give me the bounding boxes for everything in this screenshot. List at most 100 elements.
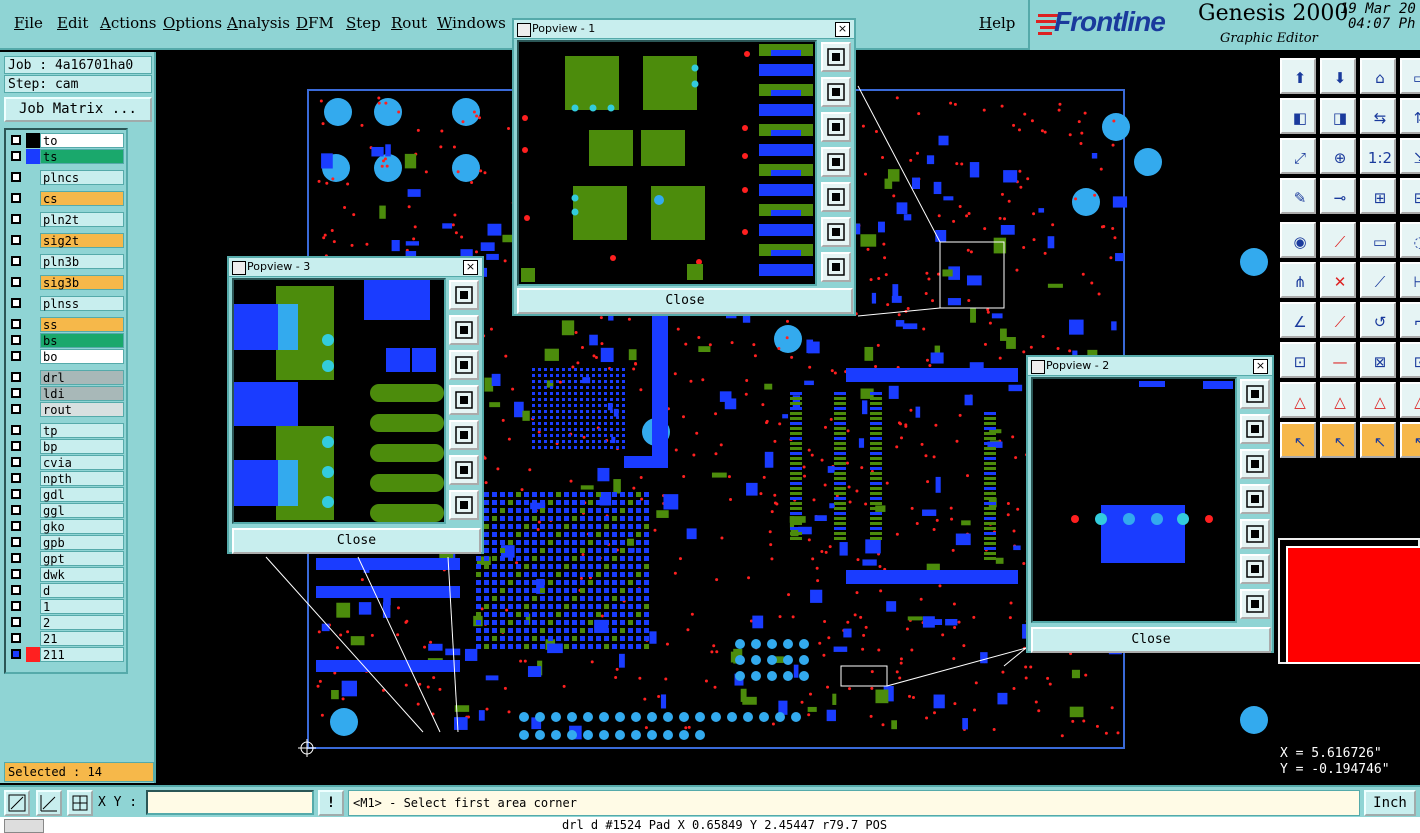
move-right-icon[interactable]: ◨: [1320, 98, 1356, 134]
layer-color-swatch[interactable]: [26, 149, 40, 164]
pad-scale-icon[interactable]: ⊠: [1360, 342, 1396, 378]
grid-icon[interactable]: [67, 790, 93, 816]
layer-name[interactable]: ldi: [40, 386, 124, 401]
layer-checkbox[interactable]: [11, 521, 21, 531]
fit-icon[interactable]: [821, 217, 851, 247]
layer-name[interactable]: npth: [40, 471, 124, 486]
home-icon[interactable]: ⌂: [1360, 58, 1396, 94]
arc-icon[interactable]: ◌: [1400, 222, 1420, 258]
mirror-icon[interactable]: ⇆: [1360, 98, 1396, 134]
layer-checkbox[interactable]: [11, 298, 21, 308]
layer-checkbox[interactable]: [11, 649, 21, 659]
menu-analysis[interactable]: Analysis: [227, 14, 290, 32]
layer-color-swatch[interactable]: [26, 487, 40, 502]
layer-checkbox[interactable]: [11, 404, 21, 414]
window-menu-icon[interactable]: [232, 261, 246, 275]
panel-icon[interactable]: ▭: [1400, 58, 1420, 94]
netlist-alt-icon[interactable]: ⊟: [1400, 178, 1420, 214]
layer-color-swatch[interactable]: [26, 567, 40, 582]
triangle-alt-icon[interactable]: △: [1400, 382, 1420, 418]
fit-icon[interactable]: [1240, 554, 1270, 584]
zoom-center-icon[interactable]: ⊕: [1320, 138, 1356, 174]
ruler-icon[interactable]: ▭: [1360, 222, 1396, 258]
popview-2-close-icon[interactable]: ×: [1253, 359, 1268, 374]
layer-row-to[interactable]: to: [8, 133, 124, 148]
layer-row-gdl[interactable]: gdl: [8, 487, 124, 502]
layer-color-swatch[interactable]: [26, 583, 40, 598]
layer-color-swatch[interactable]: [26, 471, 40, 486]
layer-name[interactable]: drl: [40, 370, 124, 385]
zoom-area-icon[interactable]: [4, 790, 30, 816]
layer-checkbox[interactable]: [11, 569, 21, 579]
menu-edit[interactable]: Edit: [57, 14, 88, 32]
layer-checkbox[interactable]: [11, 553, 21, 563]
angle-icon[interactable]: ∠: [1280, 302, 1316, 338]
layer-color-swatch[interactable]: [26, 551, 40, 566]
layer-row-ts[interactable]: ts: [8, 149, 124, 164]
layer-name[interactable]: to: [40, 133, 124, 148]
scale-icon[interactable]: 1:2: [1360, 138, 1396, 174]
layer-row-rout[interactable]: rout: [8, 402, 124, 417]
layer-row-bs[interactable]: bs: [8, 333, 124, 348]
layer-color-swatch[interactable]: [26, 402, 40, 417]
layer-row-drl[interactable]: drl: [8, 370, 124, 385]
layer-row-21[interactable]: 21: [8, 631, 124, 646]
menu-options[interactable]: Options: [163, 14, 222, 32]
zoom-fit-icon[interactable]: ⤢: [1280, 138, 1316, 174]
layer-color-swatch[interactable]: [26, 333, 40, 348]
layer-name[interactable]: tp: [40, 423, 124, 438]
layer-name[interactable]: plnss: [40, 296, 124, 311]
layer-color-swatch[interactable]: [26, 370, 40, 385]
zoom-in-icon[interactable]: [449, 280, 479, 310]
triangle-icon[interactable]: △: [1280, 382, 1316, 418]
popview-3-close-icon[interactable]: ×: [463, 260, 478, 275]
layer-name[interactable]: d: [40, 583, 124, 598]
layer-row-sig3b[interactable]: sig3b: [8, 275, 124, 290]
overview-panel[interactable]: [1278, 538, 1420, 664]
menu-actions[interactable]: Actions: [100, 14, 156, 32]
center-icon[interactable]: [821, 252, 851, 282]
layer-name[interactable]: gdl: [40, 487, 124, 502]
pan-right-icon[interactable]: [1240, 519, 1270, 549]
pan-up-icon[interactable]: [821, 77, 851, 107]
pan-up-icon[interactable]: [1240, 414, 1270, 444]
line-point-icon[interactable]: ⟋: [1360, 262, 1396, 298]
pad-alt-icon[interactable]: ⊡: [1400, 342, 1420, 378]
layer-checkbox[interactable]: [11, 388, 21, 398]
layer-row-gko[interactable]: gko: [8, 519, 124, 534]
fit-icon[interactable]: [449, 455, 479, 485]
layer-color-swatch[interactable]: [26, 647, 40, 662]
move-down-icon[interactable]: ⬇: [1320, 58, 1356, 94]
layer-checkbox[interactable]: [11, 441, 21, 451]
line-edit-icon[interactable]: ⟋: [1320, 222, 1356, 258]
layer-row-sig2t[interactable]: sig2t: [8, 233, 124, 248]
layer-color-swatch[interactable]: [26, 423, 40, 438]
layer-row-cs[interactable]: cs: [8, 191, 124, 206]
layer-name[interactable]: ss: [40, 317, 124, 332]
layer-row-1[interactable]: 1: [8, 599, 124, 614]
network-icon[interactable]: ⋔: [1280, 262, 1316, 298]
layer-color-swatch[interactable]: [26, 212, 40, 227]
layer-name[interactable]: 21: [40, 631, 124, 646]
layer-row-2[interactable]: 2: [8, 615, 124, 630]
layer-name[interactable]: ggl: [40, 503, 124, 518]
pan-left-icon[interactable]: [821, 147, 851, 177]
layer-row-bp[interactable]: bp: [8, 439, 124, 454]
menu-help[interactable]: Help: [979, 14, 1015, 32]
layer-name[interactable]: cs: [40, 191, 124, 206]
popview-1-close-icon[interactable]: ×: [835, 22, 850, 37]
layer-color-swatch[interactable]: [26, 133, 40, 148]
layer-checkbox[interactable]: [11, 193, 21, 203]
layer-checkbox[interactable]: [11, 335, 21, 345]
layer-row-gpt[interactable]: gpt: [8, 551, 124, 566]
layer-name[interactable]: cvia: [40, 455, 124, 470]
layer-name[interactable]: gpb: [40, 535, 124, 550]
scale-alt-icon[interactable]: ⇲: [1400, 138, 1420, 174]
layer-color-swatch[interactable]: [26, 317, 40, 332]
layer-row-ldi[interactable]: ldi: [8, 386, 124, 401]
pan-down-icon[interactable]: [1240, 449, 1270, 479]
layer-name[interactable]: ts: [40, 149, 124, 164]
layer-name[interactable]: 211: [40, 647, 124, 662]
layer-checkbox[interactable]: [11, 235, 21, 245]
layer-color-swatch[interactable]: [26, 631, 40, 646]
